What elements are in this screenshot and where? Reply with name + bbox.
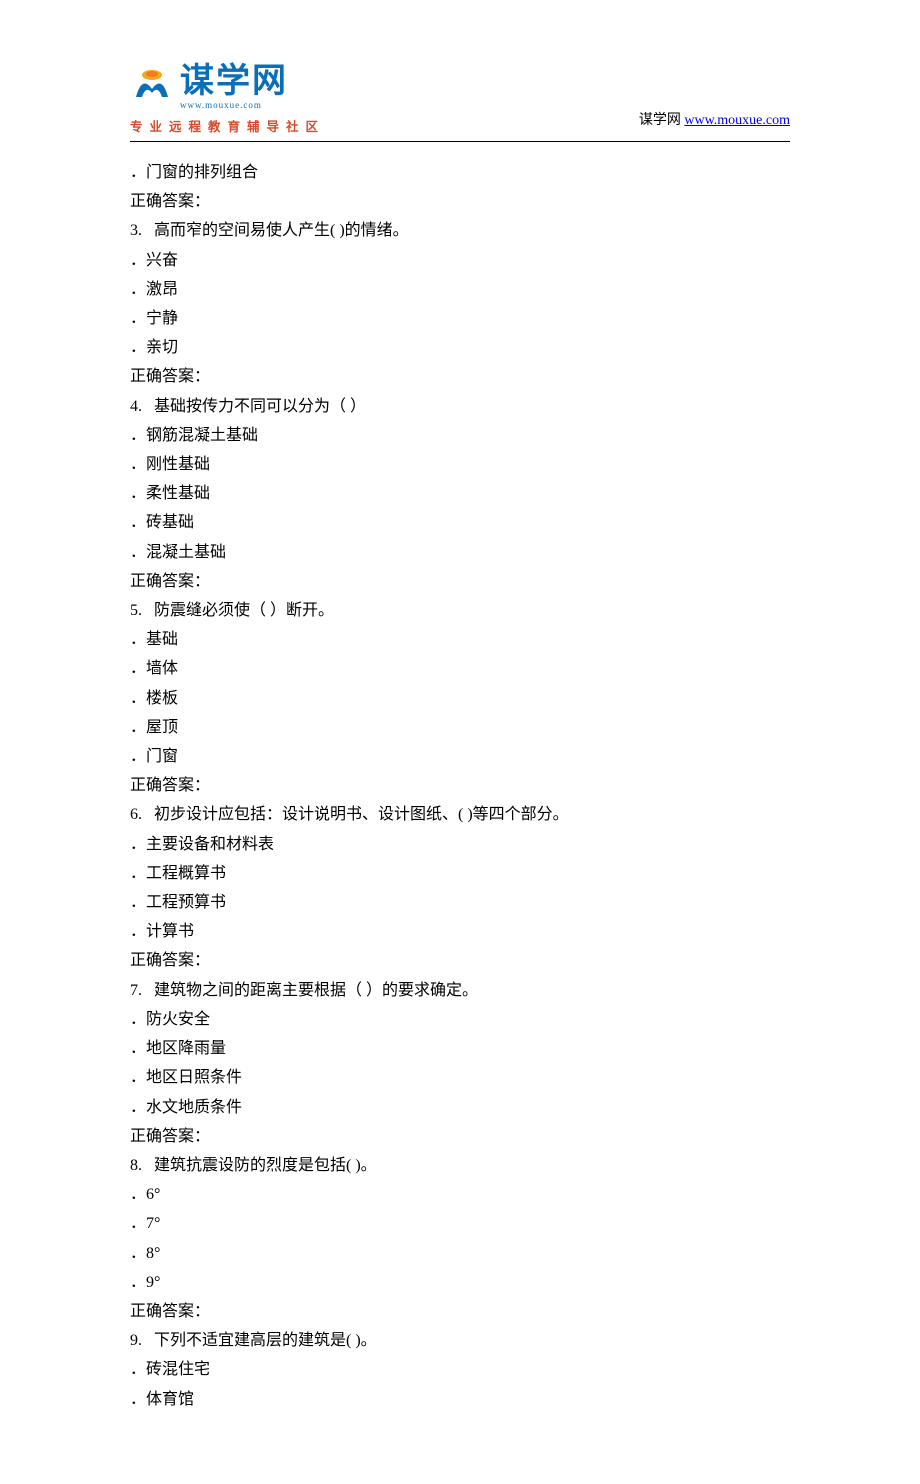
text-line: 正确答案： xyxy=(130,771,790,800)
text-line: 8. 建筑抗震设防的烈度是包括( )。 xyxy=(130,1151,790,1180)
text-line: ．计算书 xyxy=(130,917,790,946)
text-line: ．基础 xyxy=(130,625,790,654)
document-body: ．门窗的排列组合正确答案：3. 高而窄的空间易使人产生( )的情绪。．兴奋．激昂… xyxy=(130,158,790,1414)
text-line: ．砖混住宅 xyxy=(130,1355,790,1384)
text-line: 4. 基础按传力不同可以分为（ ） xyxy=(130,392,790,421)
text-line: ．工程概算书 xyxy=(130,859,790,888)
text-line: ．地区降雨量 xyxy=(130,1034,790,1063)
text-line: ．水文地质条件 xyxy=(130,1093,790,1122)
text-line: ．工程预算书 xyxy=(130,888,790,917)
text-line: ．墙体 xyxy=(130,654,790,683)
header-site-url[interactable]: www.mouxue.com xyxy=(684,113,790,128)
text-line: ．9° xyxy=(130,1268,790,1297)
text-line: ．门窗 xyxy=(130,742,790,771)
logo-title: 谋学网 xyxy=(180,64,288,98)
text-line: ．混凝土基础 xyxy=(130,538,790,567)
text-line: ．防火安全 xyxy=(130,1005,790,1034)
text-line: 正确答案： xyxy=(130,187,790,216)
page-header: 谋学网 www.mouxue.com 专业远程教育辅导社区 谋学网 www.mo… xyxy=(130,64,790,135)
text-line: ．楼板 xyxy=(130,684,790,713)
header-site-link: 谋学网 www.mouxue.com xyxy=(639,109,790,135)
site-logo: 谋学网 www.mouxue.com 专业远程教育辅导社区 xyxy=(130,64,325,135)
text-line: ．亲切 xyxy=(130,333,790,362)
text-line: 正确答案： xyxy=(130,1297,790,1326)
document-page: 谋学网 www.mouxue.com 专业远程教育辅导社区 谋学网 www.mo… xyxy=(0,0,920,1484)
logo-top-row: 谋学网 www.mouxue.com xyxy=(130,64,288,110)
text-line: ．地区日照条件 xyxy=(130,1063,790,1092)
text-line: 正确答案： xyxy=(130,362,790,391)
text-line: ．屋顶 xyxy=(130,713,790,742)
text-line: ．兴奋 xyxy=(130,246,790,275)
text-line: ．激昂 xyxy=(130,275,790,304)
text-line: ．门窗的排列组合 xyxy=(130,158,790,187)
text-line: 正确答案： xyxy=(130,946,790,975)
logo-mark-icon xyxy=(130,67,174,107)
text-line: 9. 下列不适宜建高层的建筑是( )。 xyxy=(130,1326,790,1355)
text-line: ．柔性基础 xyxy=(130,479,790,508)
text-line: ．体育馆 xyxy=(130,1385,790,1414)
text-line: ．宁静 xyxy=(130,304,790,333)
text-line: 6. 初步设计应包括：设计说明书、设计图纸、( )等四个部分。 xyxy=(130,800,790,829)
text-line: ．钢筋混凝土基础 xyxy=(130,421,790,450)
text-line: ．主要设备和材料表 xyxy=(130,830,790,859)
text-line: 正确答案： xyxy=(130,1122,790,1151)
text-line: ．刚性基础 xyxy=(130,450,790,479)
text-line: 7. 建筑物之间的距离主要根据（ ）的要求确定。 xyxy=(130,976,790,1005)
logo-tagline: 专业远程教育辅导社区 xyxy=(130,116,325,135)
text-line: ．8° xyxy=(130,1239,790,1268)
text-line: 正确答案： xyxy=(130,567,790,596)
header-site-label: 谋学网 xyxy=(639,113,685,128)
header-divider xyxy=(130,141,790,142)
text-line: 3. 高而窄的空间易使人产生( )的情绪。 xyxy=(130,216,790,245)
text-line: ．7° xyxy=(130,1209,790,1238)
text-line: ．6° xyxy=(130,1180,790,1209)
text-line: ．砖基础 xyxy=(130,508,790,537)
logo-subtitle: www.mouxue.com xyxy=(180,100,288,110)
logo-text-group: 谋学网 www.mouxue.com xyxy=(180,64,288,110)
text-line: 5. 防震缝必须使（ ）断开。 xyxy=(130,596,790,625)
